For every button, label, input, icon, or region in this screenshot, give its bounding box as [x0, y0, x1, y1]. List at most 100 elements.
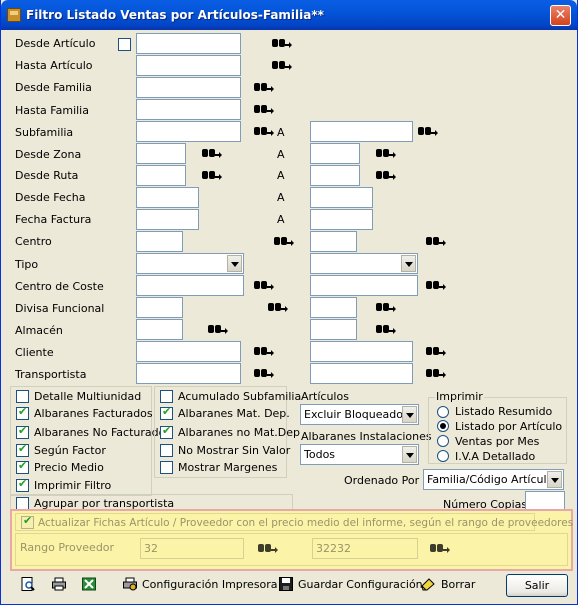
- printer-config-icon[interactable]: [123, 577, 137, 591]
- alb-nofact-label: Albaranes No Facturado: [34, 426, 166, 439]
- divisa-input[interactable]: [136, 297, 183, 318]
- divisa-to-input[interactable]: [310, 297, 357, 318]
- save-icon[interactable]: [279, 577, 293, 591]
- divisa-label: Divisa Funcional: [15, 302, 105, 315]
- alb-mat-label: Albaranes Mat. Dep.: [178, 407, 290, 420]
- alb-nofact-check[interactable]: [16, 424, 29, 439]
- rango-from-input[interactable]: 32: [140, 538, 244, 559]
- desde-familia-input[interactable]: [136, 77, 241, 98]
- search-icon[interactable]: [201, 146, 222, 160]
- search-icon[interactable]: [425, 366, 446, 380]
- borrar-button[interactable]: Borrar: [441, 578, 475, 600]
- eraser-icon[interactable]: [421, 577, 435, 591]
- subfamilia-input[interactable]: [136, 121, 241, 142]
- instalaciones-label: Albaranes Instalaciones: [301, 430, 432, 443]
- centro-input[interactable]: [136, 231, 183, 252]
- radio-iva[interactable]: [437, 450, 449, 462]
- rango-to-input[interactable]: 32232: [312, 538, 418, 559]
- search-icon[interactable]: [253, 124, 274, 138]
- segun-label: Según Factor: [34, 444, 106, 457]
- centro-to-input[interactable]: [310, 231, 357, 252]
- desde-ruta-input[interactable]: [136, 165, 186, 186]
- radio-por-mes[interactable]: [437, 435, 449, 447]
- no-mostrar-check[interactable]: [160, 444, 173, 457]
- search-icon[interactable]: [207, 322, 228, 336]
- articulos-select[interactable]: Excluir Bloqueados: [300, 404, 419, 425]
- search-icon[interactable]: [429, 541, 450, 555]
- instalaciones-select[interactable]: Todos: [300, 444, 419, 465]
- search-icon[interactable]: [257, 541, 278, 555]
- imprimir-check[interactable]: [16, 477, 29, 492]
- radio-por-articulo[interactable]: [437, 420, 449, 432]
- centro-coste-input[interactable]: [136, 275, 244, 296]
- search-icon[interactable]: [253, 80, 274, 94]
- alb-nomat-check[interactable]: [160, 424, 173, 439]
- hasta-familia-input[interactable]: [136, 99, 241, 120]
- ruta-to-input[interactable]: [310, 165, 360, 186]
- acum-check[interactable]: [160, 390, 173, 403]
- search-icon[interactable]: [253, 278, 274, 292]
- dialog-window: Filtro Listado Ventas por Artículos-Fami…: [0, 0, 578, 605]
- close-button[interactable]: ✕: [550, 5, 571, 26]
- a-label: A: [277, 148, 285, 161]
- precio-check[interactable]: [16, 459, 29, 474]
- a-label: A: [277, 169, 285, 182]
- config-impresora-button[interactable]: Configuración Impresora: [142, 578, 278, 600]
- desde-familia-label: Desde Familia: [15, 81, 92, 94]
- excel-icon[interactable]: [82, 577, 96, 591]
- alb-mat-check[interactable]: [160, 405, 173, 420]
- search-icon[interactable]: [267, 300, 288, 314]
- actualizar-check[interactable]: [21, 514, 34, 529]
- segun-check[interactable]: [16, 442, 29, 457]
- search-icon[interactable]: [375, 146, 396, 160]
- radio-iva-label: I.V.A Detallado: [455, 450, 536, 463]
- almacen-to-input[interactable]: [310, 319, 357, 340]
- search-icon[interactable]: [271, 58, 292, 72]
- cliente-input[interactable]: [136, 341, 241, 362]
- guardar-config-button[interactable]: Guardar Configuración: [298, 578, 423, 600]
- desde-fecha-input[interactable]: [136, 187, 199, 208]
- no-mostrar-label: No Mostrar Sin Valor: [178, 444, 291, 457]
- hasta-articulo-input[interactable]: [136, 55, 241, 76]
- cliente-to-input[interactable]: [310, 341, 413, 362]
- search-icon[interactable]: [271, 36, 292, 50]
- search-icon[interactable]: [375, 322, 396, 336]
- search-icon[interactable]: [425, 344, 446, 358]
- search-icon[interactable]: [253, 344, 274, 358]
- ordenado-select[interactable]: Familia/Código Artículo: [423, 469, 564, 490]
- search-icon[interactable]: [253, 366, 274, 380]
- desde-zona-input[interactable]: [136, 143, 186, 164]
- search-icon[interactable]: [375, 168, 396, 182]
- printer-icon[interactable]: [52, 577, 66, 591]
- transportista-input[interactable]: [136, 363, 241, 384]
- rango-label: Rango Proveedor: [20, 541, 115, 554]
- search-icon[interactable]: [273, 234, 294, 248]
- articulos-value: Excluir Bloqueados: [304, 408, 409, 421]
- detalle-check[interactable]: [16, 390, 29, 403]
- fecha-factura-input[interactable]: [136, 209, 199, 230]
- fecha-factura-to-input[interactable]: [310, 209, 373, 230]
- almacen-input[interactable]: [136, 319, 183, 340]
- tipo-select[interactable]: [136, 253, 244, 274]
- alb-fact-check[interactable]: [16, 405, 29, 420]
- desde-fecha-label: Desde Fecha: [15, 191, 86, 204]
- subfamilia-to-input[interactable]: [310, 121, 413, 142]
- fecha-to-input[interactable]: [310, 187, 373, 208]
- search-icon[interactable]: [425, 278, 446, 292]
- search-icon[interactable]: [375, 300, 396, 314]
- salir-button[interactable]: Salir: [506, 574, 568, 597]
- centro-coste-to-input[interactable]: [310, 275, 418, 296]
- radio-resumido[interactable]: [437, 406, 449, 418]
- search-icon[interactable]: [417, 124, 438, 138]
- search-icon[interactable]: [425, 234, 446, 248]
- transportista-to-input[interactable]: [310, 363, 413, 384]
- desde-ruta-label: Desde Ruta: [15, 169, 79, 182]
- desde-articulo-check[interactable]: [118, 38, 131, 51]
- tipo-to-select[interactable]: [310, 253, 418, 274]
- zona-to-input[interactable]: [310, 143, 360, 164]
- preview-icon[interactable]: [21, 577, 35, 591]
- mostrar-marg-check[interactable]: [160, 461, 173, 474]
- search-icon[interactable]: [201, 168, 222, 182]
- desde-articulo-input[interactable]: [136, 33, 241, 54]
- search-icon[interactable]: [253, 102, 274, 116]
